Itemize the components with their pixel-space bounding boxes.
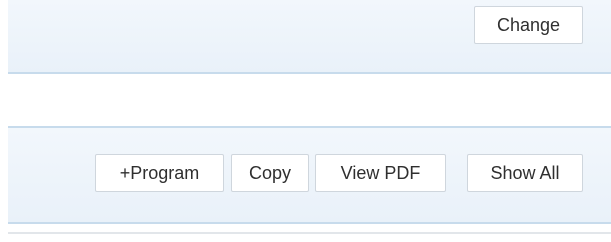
view-pdf-button[interactable]: View PDF	[315, 154, 446, 192]
blank-row	[8, 74, 611, 126]
divider	[8, 232, 611, 234]
add-program-button[interactable]: +Program	[95, 154, 224, 192]
toolbar-band: +Program Copy View PDF Show All	[8, 126, 611, 224]
change-button[interactable]: Change	[474, 6, 583, 44]
copy-button[interactable]: Copy	[231, 154, 309, 192]
show-all-button[interactable]: Show All	[467, 154, 583, 192]
header-band: Change	[8, 0, 611, 74]
